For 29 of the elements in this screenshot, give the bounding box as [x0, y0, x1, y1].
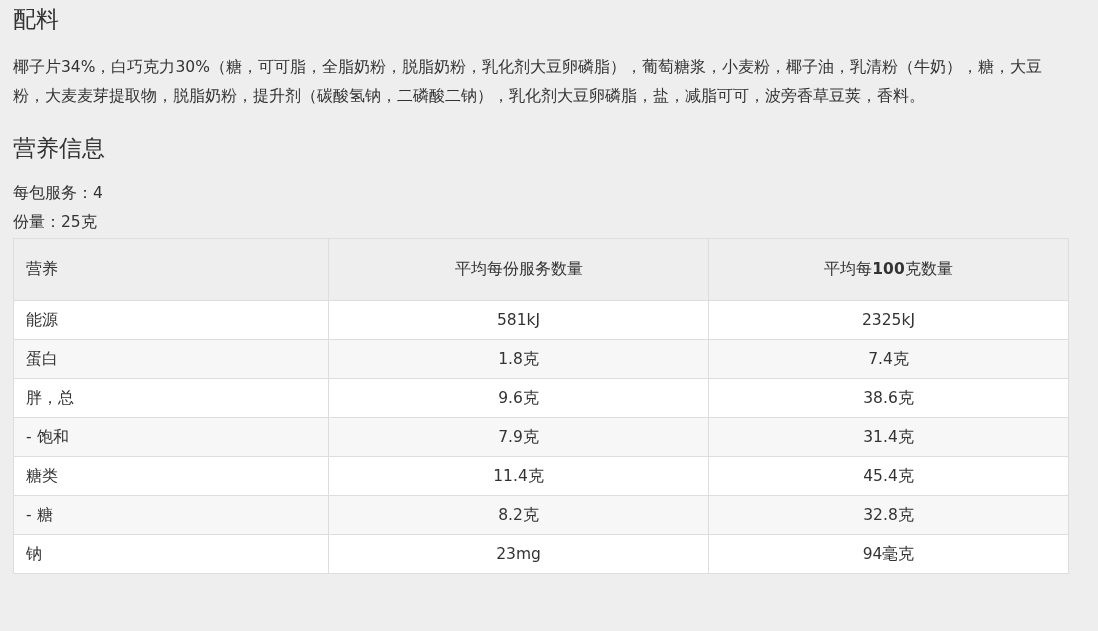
column-header: 平均每份服务数量 — [328, 238, 709, 301]
ingredients-paragraph: 椰子片34%，白巧克力30%（糖，可可脂，全脂奶粉，脱脂奶粉，乳化剂大豆卵磷脂），葡萄糖浆，小麦粉，椰子油，乳清粉（牛奶），糖，大豆粉，大麦麦芽提取物，脱脂奶粉，提升剂（碳酸氢钠，二磷酸二钠），乳化剂大豆卵磷脂，盐，减脂可可，波旁香草豆荚，香料。 — [13, 57, 1043, 107]
section-heading: 营养信息 — [13, 134, 105, 163]
table-cell: 1.8克 — [328, 339, 709, 379]
table-cell: - 饱和 — [13, 417, 329, 457]
table-cell: 23mg — [328, 534, 709, 574]
table-cell: 31.4克 — [708, 417, 1069, 457]
table-cell: 94毫克 — [708, 534, 1069, 574]
table-cell: 7.4克 — [708, 339, 1069, 379]
column-header: 平均每100克数量 — [708, 238, 1069, 301]
servings-text: 每包服务：4 — [13, 183, 103, 204]
section-heading: 配料 — [13, 5, 59, 34]
table-cell: 11.4克 — [328, 456, 709, 496]
table-cell: 糖类 — [13, 456, 329, 496]
table-cell: 8.2克 — [328, 495, 709, 535]
serving-size-text: 份量：25克 — [13, 212, 97, 233]
table-cell: 9.6克 — [328, 378, 709, 418]
table-cell: - 糖 — [13, 495, 329, 535]
table-cell: 38.6克 — [708, 378, 1069, 418]
table-cell: 2325kJ — [708, 300, 1069, 340]
table-cell: 胖，总 — [13, 378, 329, 418]
table-cell: 32.8克 — [708, 495, 1069, 535]
table-cell: 钠 — [13, 534, 329, 574]
table-cell: 7.9克 — [328, 417, 709, 457]
table-cell: 能源 — [13, 300, 329, 340]
table-cell: 45.4克 — [708, 456, 1069, 496]
table-cell: 581kJ — [328, 300, 709, 340]
column-header: 营养 — [13, 238, 329, 301]
table-cell: 蛋白 — [13, 339, 329, 379]
